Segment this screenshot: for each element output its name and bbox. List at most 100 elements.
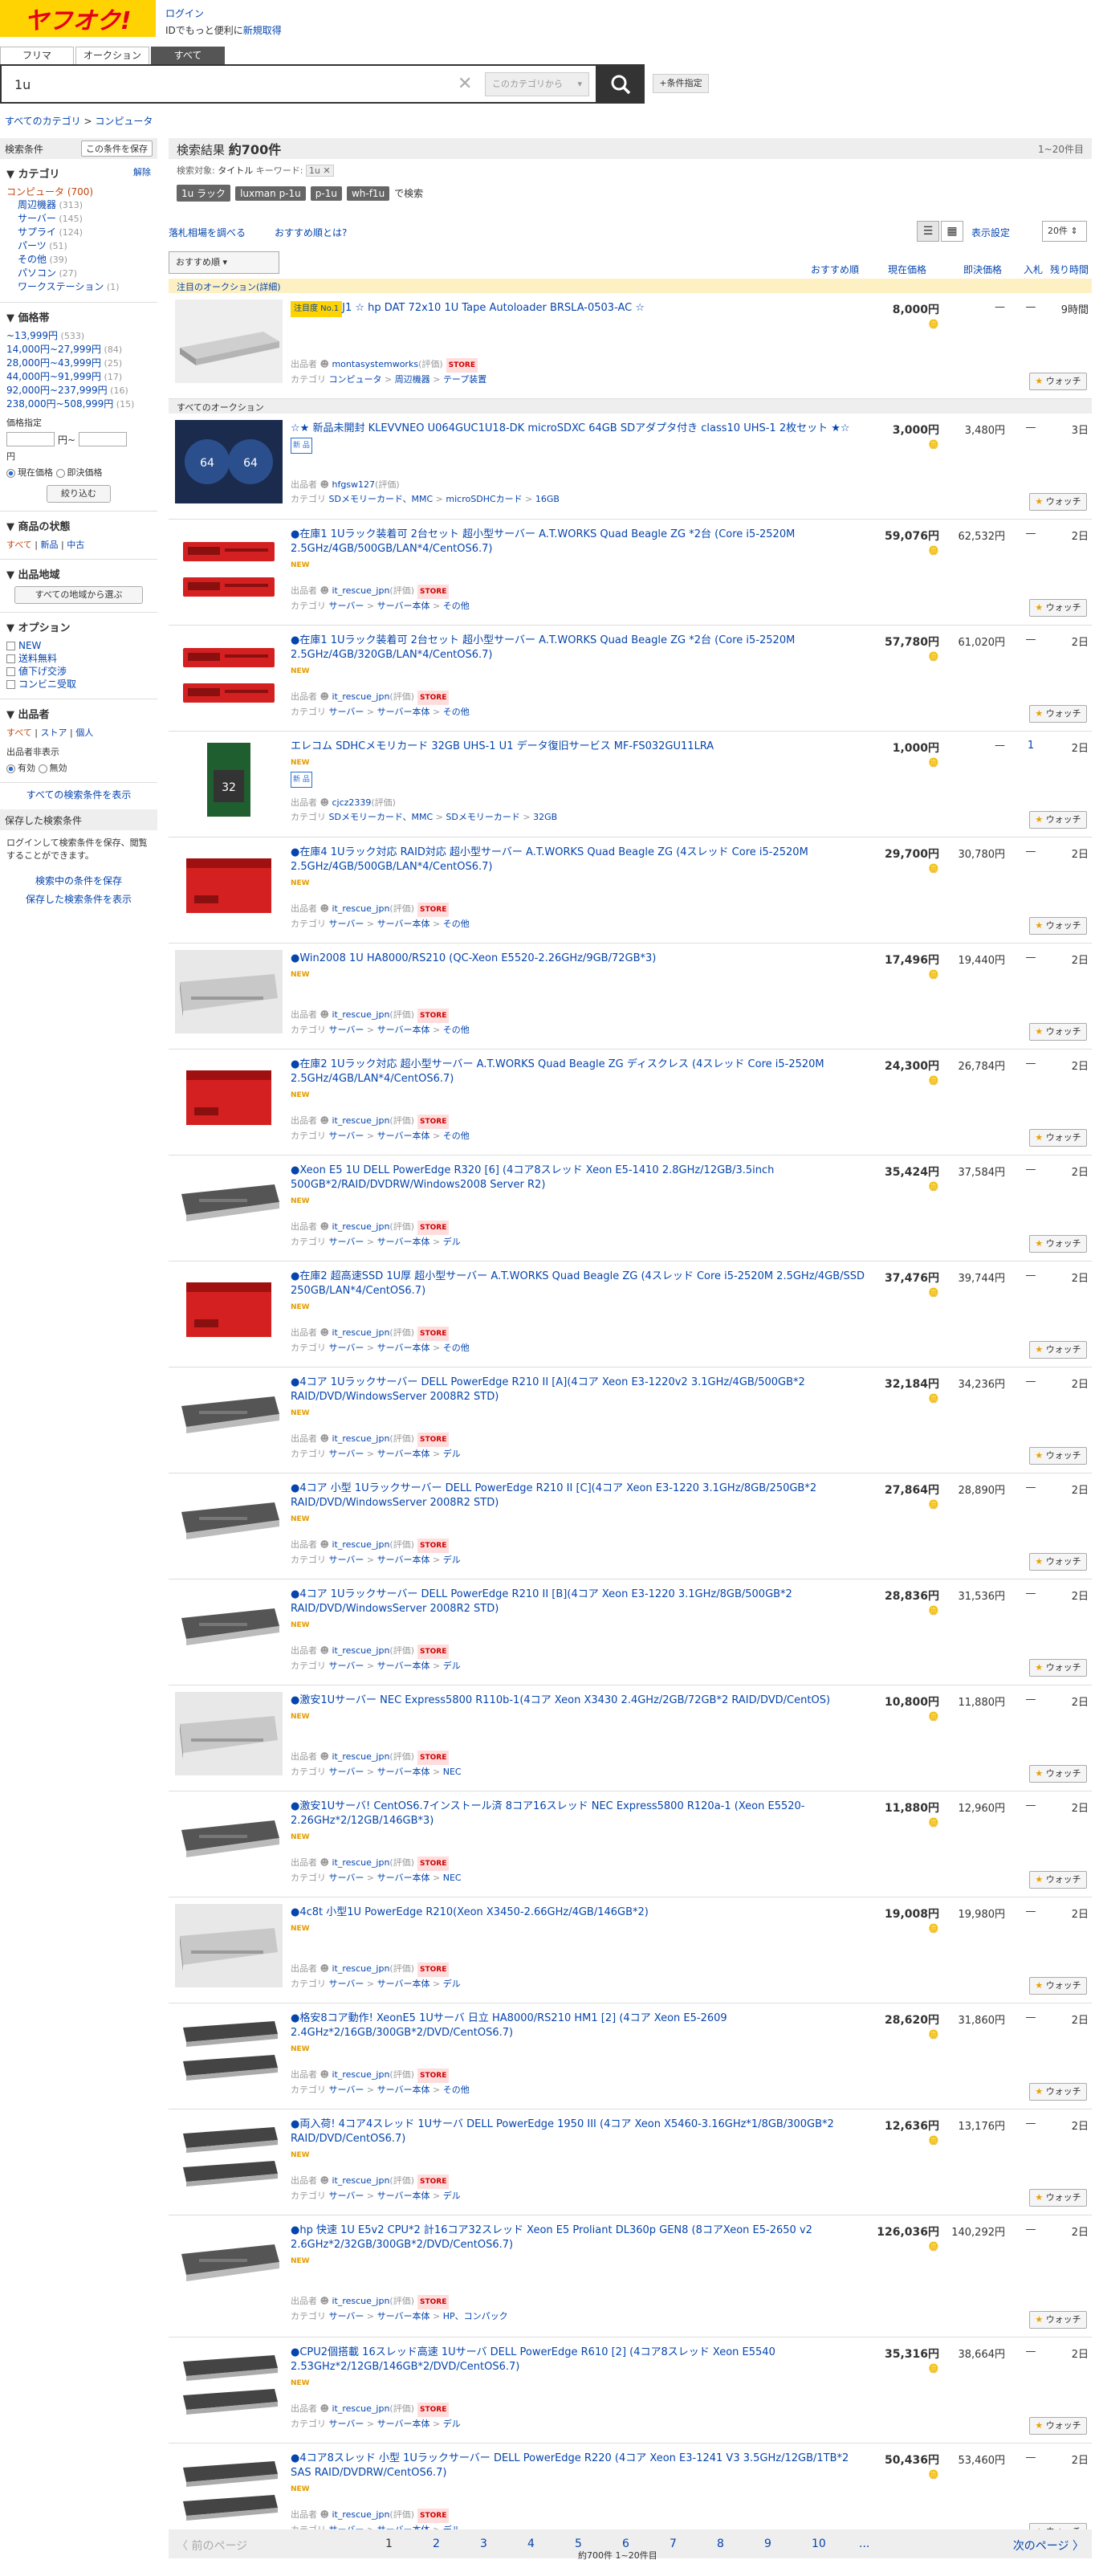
item-category-link[interactable]: サーバー本体 <box>377 601 430 611</box>
seller-link[interactable]: it_rescue_jpn <box>332 1963 389 1974</box>
item-title[interactable]: ●格安8コア動作! XeonE5 1Uサーバ 日立 HA8000/RS210 H… <box>291 2012 727 2039</box>
item-category-link[interactable]: その他 <box>443 919 470 929</box>
region-button[interactable]: すべての地域から選ぶ <box>14 586 143 604</box>
radio-now-price[interactable] <box>6 468 15 478</box>
item-category-link[interactable]: サーバー <box>329 707 364 717</box>
item-category-link[interactable]: サーバー <box>329 1979 364 1989</box>
item-category-link[interactable]: サーバー <box>329 919 364 929</box>
category-select[interactable]: このカテゴリから ▾ <box>485 72 589 96</box>
item-title[interactable]: ●在庫2 超高速SSD 1U厚 超小型サーバー A.T.WORKS Quad B… <box>291 1270 865 1297</box>
suggest-chip[interactable]: p-1u <box>310 185 342 201</box>
page-link[interactable]: 8 <box>717 2537 724 2550</box>
price-link[interactable]: ~13,999円 <box>6 330 58 341</box>
item-category-link[interactable]: サーバー本体 <box>377 1131 430 1141</box>
item-category-link[interactable]: デル <box>443 1979 461 1989</box>
watch-button[interactable]: ★ ウォッチ <box>1029 1341 1087 1359</box>
all-cond-link[interactable]: すべての検索条件を表示 <box>0 788 157 801</box>
item-category-link[interactable]: サーバー <box>329 1449 364 1459</box>
item-thumbnail[interactable] <box>175 1056 283 1139</box>
item-title[interactable]: ●在庫1 1Uラック装着可 2台セット 超小型サーバー A.T.WORKS Qu… <box>291 634 795 661</box>
search-input[interactable]: 1u ✕ このカテゴリから ▾ <box>0 64 601 104</box>
state-new[interactable]: 新品 <box>41 540 59 550</box>
rating-link[interactable]: (評価) <box>389 691 414 702</box>
watch-button[interactable]: ★ ウォッチ <box>1029 1553 1087 1571</box>
seller-link[interactable]: it_rescue_jpn <box>332 1645 389 1656</box>
display-settings-link[interactable]: 表示設定 <box>971 226 1010 239</box>
item-category-link[interactable]: サーバー <box>329 1237 364 1247</box>
category-link[interactable]: ワークステーション <box>18 281 104 292</box>
col-buy-price[interactable]: 即決価格 <box>963 263 1002 276</box>
item-title[interactable]: ●両入荷! 4コア4スレッド 1Uサーバ DELL PowerEdge 1950… <box>291 2118 834 2145</box>
item-category-link[interactable]: その他 <box>443 2085 470 2095</box>
rating-link[interactable]: (評価) <box>389 2296 414 2306</box>
page-link[interactable]: 10 <box>812 2537 826 2550</box>
item-thumbnail[interactable] <box>175 2116 283 2199</box>
seller-link[interactable]: it_rescue_jpn <box>332 1221 389 1232</box>
seller-link[interactable]: montasystemworks <box>332 359 418 369</box>
item-title[interactable]: ●Xeon E5 1U DELL PowerEdge R320 [6] (4コア… <box>291 1164 774 1191</box>
sort-select[interactable]: おすすめ順 ▾ <box>169 251 279 274</box>
watch-button[interactable]: ★ ウォッチ <box>1029 1129 1087 1147</box>
rating-link[interactable]: (評価) <box>389 1221 414 1232</box>
breadcrumb-all[interactable]: すべてのカテゴリ <box>5 116 81 127</box>
item-thumbnail[interactable] <box>175 632 283 715</box>
watch-button[interactable]: ★ ウォッチ <box>1029 705 1087 723</box>
item-category-link[interactable]: コンピュータ <box>329 374 382 385</box>
item-category-link[interactable]: サーバー本体 <box>377 919 430 929</box>
item-category-link[interactable]: デル <box>443 1555 461 1565</box>
rating-link[interactable]: (評価) <box>389 1115 414 1126</box>
page-link[interactable]: 7 <box>670 2537 677 2550</box>
item-category-link[interactable]: NEC <box>443 1767 462 1777</box>
rating-link[interactable]: (評価) <box>389 1857 414 1868</box>
state-all[interactable]: すべて <box>6 540 32 550</box>
grid-view-button[interactable]: ▦ <box>941 221 963 242</box>
item-category-link[interactable]: HP、コンパック <box>443 2311 508 2321</box>
item-category-link[interactable]: サーバー <box>329 1767 364 1777</box>
item-category-link[interactable]: サーバー <box>329 1131 364 1141</box>
item-title[interactable]: ●4コア 1Uラックサーバー DELL PowerEdge R210 II [B… <box>291 1588 792 1615</box>
tab-auction[interactable]: オークション <box>75 47 149 64</box>
price-link[interactable]: 28,000円~43,999円 <box>6 357 101 369</box>
option-label[interactable]: 値下げ交渉 <box>18 666 67 677</box>
item-category-link[interactable]: 周辺機器 <box>395 374 430 385</box>
search-button[interactable] <box>596 64 645 104</box>
price-max-input[interactable] <box>79 432 128 446</box>
item-title[interactable]: ●hp 快速 1U E5v2 CPU*2 計16コア32スレッド Xeon E5… <box>291 2224 812 2251</box>
price-link[interactable]: 92,000円~237,999円 <box>6 385 108 396</box>
item-category-link[interactable]: デル <box>443 2191 461 2201</box>
seller-hide-off[interactable] <box>38 764 47 773</box>
item-category-link[interactable]: サーバー <box>329 2311 364 2321</box>
category-link[interactable]: 周辺機器 <box>18 199 56 210</box>
item-title[interactable]: ●4コア 1Uラックサーバー DELL PowerEdge R210 II [A… <box>291 1376 805 1403</box>
page-link[interactable]: 1 <box>385 2537 393 2550</box>
rating-link[interactable]: (評価) <box>389 2069 414 2080</box>
item-thumbnail[interactable] <box>175 950 283 1033</box>
price-link[interactable]: 14,000円~27,999円 <box>6 344 101 355</box>
rating-link[interactable]: (評価) <box>418 359 443 369</box>
register-link[interactable]: 新規取得 <box>243 25 282 36</box>
watch-button[interactable]: ★ ウォッチ <box>1029 599 1087 617</box>
rating-link[interactable]: (評価) <box>389 1645 414 1656</box>
item-category-link[interactable]: サーバー本体 <box>377 2191 430 2201</box>
rating-link[interactable]: (評価) <box>389 2403 414 2414</box>
page-link[interactable]: 2 <box>433 2537 440 2550</box>
watch-button[interactable]: ★ ウォッチ <box>1029 493 1087 511</box>
watch-button[interactable]: ★ ウォッチ <box>1029 1977 1087 1995</box>
item-category-link[interactable]: その他 <box>443 1343 470 1353</box>
seller-store[interactable]: ストア <box>41 728 67 738</box>
item-category-link[interactable]: サーバー本体 <box>377 1025 430 1035</box>
suggest-chip[interactable]: 1u ラック <box>177 185 231 202</box>
category-link[interactable]: サーバー <box>18 213 56 224</box>
item-thumbnail[interactable] <box>175 844 283 927</box>
item-category-link[interactable]: サーバー <box>329 1873 364 1883</box>
item-category-link[interactable]: NEC <box>443 1873 462 1883</box>
item-thumbnail[interactable] <box>175 1586 283 1669</box>
seller-link[interactable]: cjcz2339 <box>332 797 371 808</box>
item-thumbnail[interactable] <box>175 1798 283 1881</box>
item-category-link[interactable]: デル <box>443 1237 461 1247</box>
suggest-chip[interactable]: wh-f1u <box>346 185 390 201</box>
item-category-link[interactable]: microSDHCカード <box>446 494 522 504</box>
item-thumbnail[interactable] <box>175 2344 283 2427</box>
seller-link[interactable]: it_rescue_jpn <box>332 2069 389 2080</box>
item-category-link[interactable]: デル <box>443 1661 461 1671</box>
